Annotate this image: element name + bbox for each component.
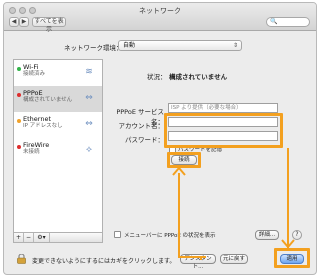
back-arrow-icon: ◀ bbox=[11, 18, 17, 25]
location-value: 自動 bbox=[123, 42, 136, 49]
revert-button[interactable]: 元に戻す bbox=[220, 254, 248, 264]
status-dot bbox=[17, 67, 21, 71]
service-name-field[interactable]: ISP より提供（必要な場合） bbox=[168, 103, 278, 113]
network-preferences-window: ネットワーク ◀ ▶ すべてを表示 🔍 ネットワーク環境： 自動 ⇕ Wi-Fi… bbox=[3, 2, 317, 275]
account-name-label: アカウント名： bbox=[118, 122, 165, 130]
service-item-wifi[interactable]: Wi-Fi 接続済み ≋ bbox=[14, 60, 102, 86]
credentials-highlight-box bbox=[164, 113, 283, 148]
add-service-button[interactable]: + bbox=[14, 233, 24, 242]
show-all-button[interactable]: すべてを表示 bbox=[32, 17, 66, 33]
updown-arrows-icon: ⇕ bbox=[232, 42, 238, 49]
status-label: 状況： bbox=[147, 73, 167, 81]
arrowhead-icon bbox=[281, 239, 295, 249]
window-title: ネットワーク bbox=[139, 7, 181, 15]
details-button[interactable]: 詳細... bbox=[255, 230, 279, 240]
annotation-arrow-line bbox=[287, 148, 289, 248]
action-menu-button[interactable]: ⚙▾ bbox=[34, 233, 50, 242]
location-select[interactable]: 自動 ⇕ bbox=[118, 40, 242, 51]
arrowhead-icon bbox=[172, 166, 186, 176]
location-label: ネットワーク環境： bbox=[64, 44, 123, 52]
lock-icon[interactable] bbox=[17, 254, 26, 264]
firewire-icon: ⟡ bbox=[86, 145, 92, 155]
search-field[interactable]: 🔍 bbox=[266, 17, 310, 27]
annotation-arrow-line bbox=[200, 256, 202, 260]
wifi-icon: ≋ bbox=[85, 67, 93, 77]
service-list: Wi-Fi 接続済み ≋ PPPoE 構成されていません ⇔ Ethernet … bbox=[13, 59, 103, 233]
status-value: 構成されていません bbox=[169, 73, 228, 81]
help-icon: ? bbox=[295, 231, 299, 238]
titlebar: ネットワーク ◀ ▶ すべてを表示 🔍 bbox=[4, 3, 316, 33]
service-list-toolbar: + − ⚙▾ bbox=[13, 233, 103, 243]
status-dot bbox=[17, 145, 21, 149]
lock-instruction-text: 変更できないようにするにはカギをクリックします。 bbox=[32, 258, 176, 265]
show-status-menubar-label: メニューバーに PPPoE の状況を表示 bbox=[124, 233, 216, 239]
service-item-ethernet[interactable]: Ethernet IP アドレスなし ⇔ bbox=[14, 112, 102, 138]
search-icon: 🔍 bbox=[270, 18, 278, 25]
apply-highlight-box bbox=[274, 248, 310, 268]
password-label: パスワード： bbox=[125, 136, 164, 144]
status-dot bbox=[17, 93, 21, 97]
back-button[interactable]: ◀ bbox=[9, 17, 19, 27]
phone-icon: ⇔ bbox=[85, 93, 93, 103]
forward-button[interactable]: ▶ bbox=[19, 17, 29, 27]
status-dot bbox=[17, 119, 21, 123]
service-name-placeholder: ISP より提供（必要な場合） bbox=[171, 105, 242, 111]
annotation-arrow-line bbox=[178, 173, 180, 257]
forward-arrow-icon: ▶ bbox=[21, 18, 27, 25]
remove-service-button[interactable]: − bbox=[24, 233, 34, 242]
service-item-pppoe[interactable]: PPPoE 構成されていません ⇔ bbox=[14, 86, 102, 112]
ethernet-icon: ⇔ bbox=[85, 119, 93, 129]
service-item-firewire[interactable]: FireWire 未接続 ⟡ bbox=[14, 138, 102, 164]
show-status-menubar-checkbox[interactable] bbox=[114, 231, 121, 238]
